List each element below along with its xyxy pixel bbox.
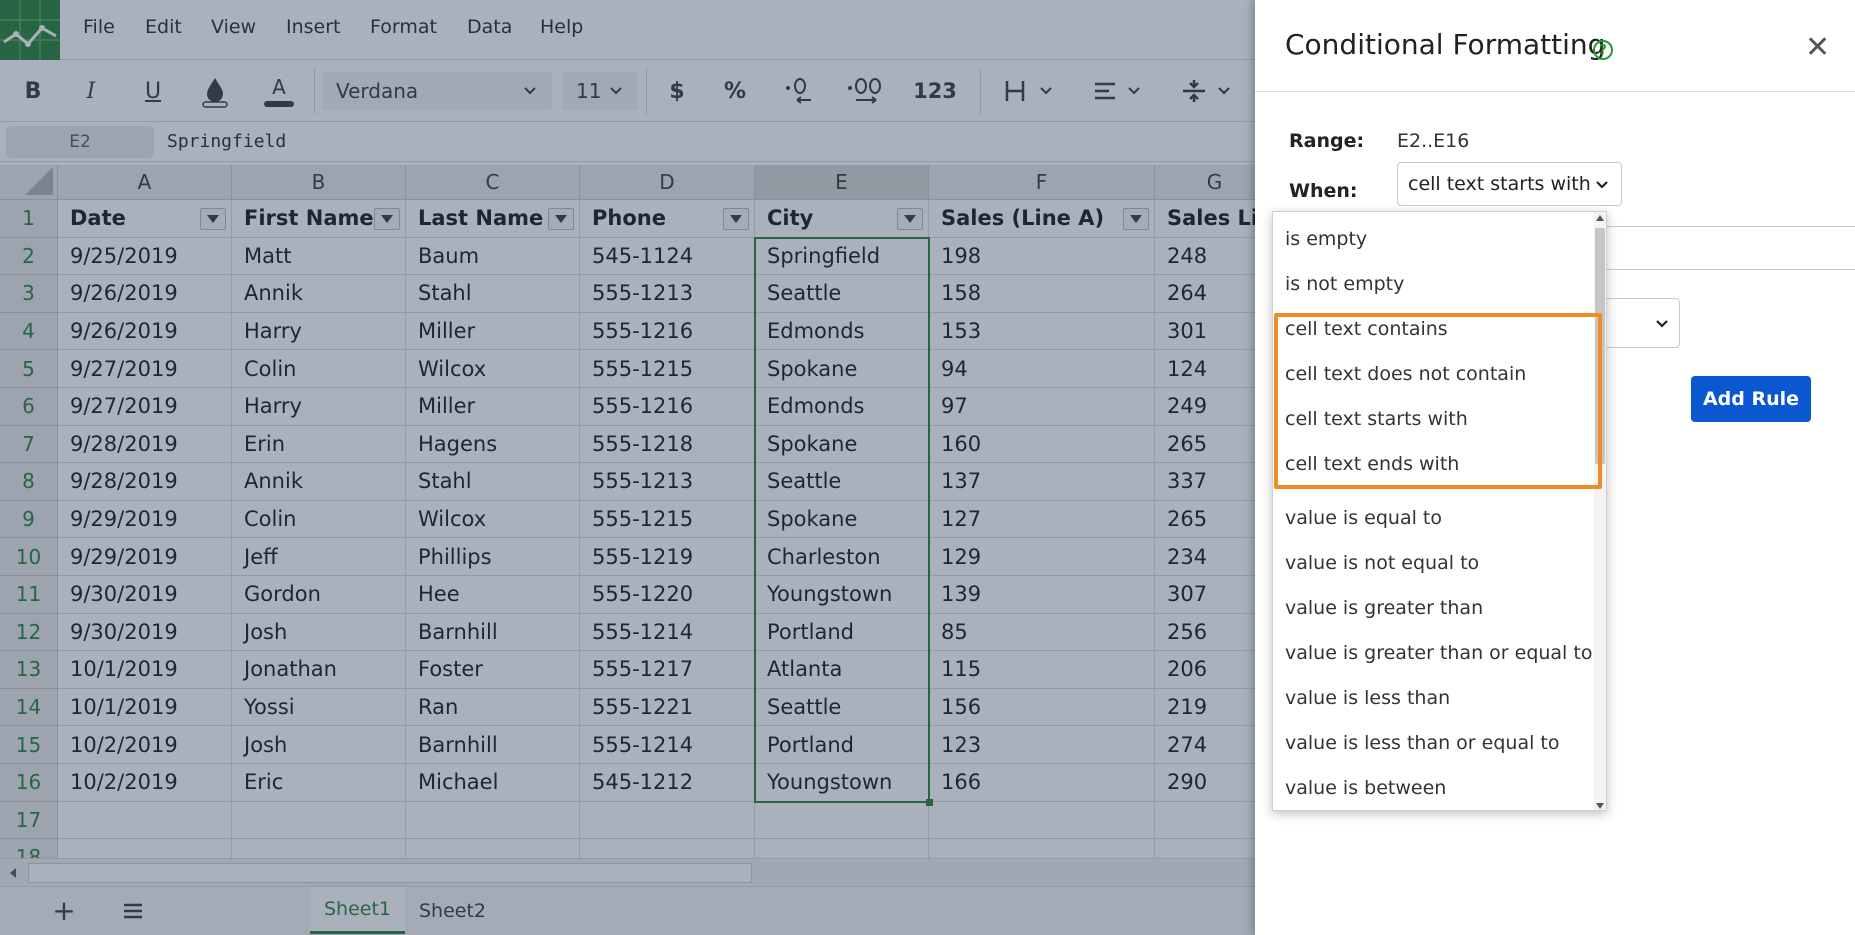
scroll-down-icon[interactable]	[1596, 803, 1604, 809]
dropdown-option[interactable]: is empty	[1285, 228, 1367, 250]
close-icon[interactable]: ✕	[1805, 30, 1830, 65]
range-label: Range:	[1289, 130, 1365, 152]
modal-backdrop[interactable]	[0, 0, 1255, 935]
when-select[interactable]: cell text starts with	[1397, 162, 1622, 206]
chevron-down-icon	[1596, 181, 1608, 189]
scroll-up-icon[interactable]	[1596, 215, 1604, 221]
dropdown-option[interactable]: cell text ends with	[1285, 453, 1459, 475]
dropdown-option[interactable]: cell text starts with	[1285, 408, 1468, 430]
dropdown-scrollbar[interactable]	[1594, 212, 1606, 810]
dropdown-option[interactable]: cell text does not contain	[1285, 363, 1526, 385]
panel-title: Conditional Formatting	[1285, 28, 1606, 61]
spreadsheet-app: File Edit View Insert Format Data Help B…	[0, 0, 1255, 935]
dropdown-option[interactable]: value is equal to	[1285, 507, 1442, 529]
dropdown-option[interactable]: value is not equal to	[1285, 552, 1479, 574]
help-icon[interactable]: ?	[1593, 40, 1613, 60]
when-select-value: cell text starts with	[1408, 173, 1591, 195]
add-rule-button[interactable]: Add Rule	[1691, 376, 1811, 422]
range-value[interactable]: E2..E16	[1397, 130, 1469, 152]
dropdown-option[interactable]: value is less than	[1285, 687, 1450, 709]
dropdown-option[interactable]: is not empty	[1285, 273, 1404, 295]
dropdown-option[interactable]: value is less than or equal to	[1285, 732, 1559, 754]
dropdown-option[interactable]: value is greater than	[1285, 597, 1483, 619]
dropdown-scrollbar-thumb[interactable]	[1595, 228, 1605, 464]
chevron-down-icon	[1656, 320, 1668, 328]
dropdown-option[interactable]: cell text contains	[1285, 318, 1448, 340]
condition-dropdown-list[interactable]: is empty is not empty cell text contains ce…	[1272, 211, 1607, 811]
dropdown-option[interactable]: value is greater than or equal to	[1285, 642, 1592, 664]
panel-divider	[1255, 91, 1855, 92]
dropdown-option[interactable]: value is between	[1285, 777, 1446, 799]
when-label: When:	[1289, 180, 1358, 202]
